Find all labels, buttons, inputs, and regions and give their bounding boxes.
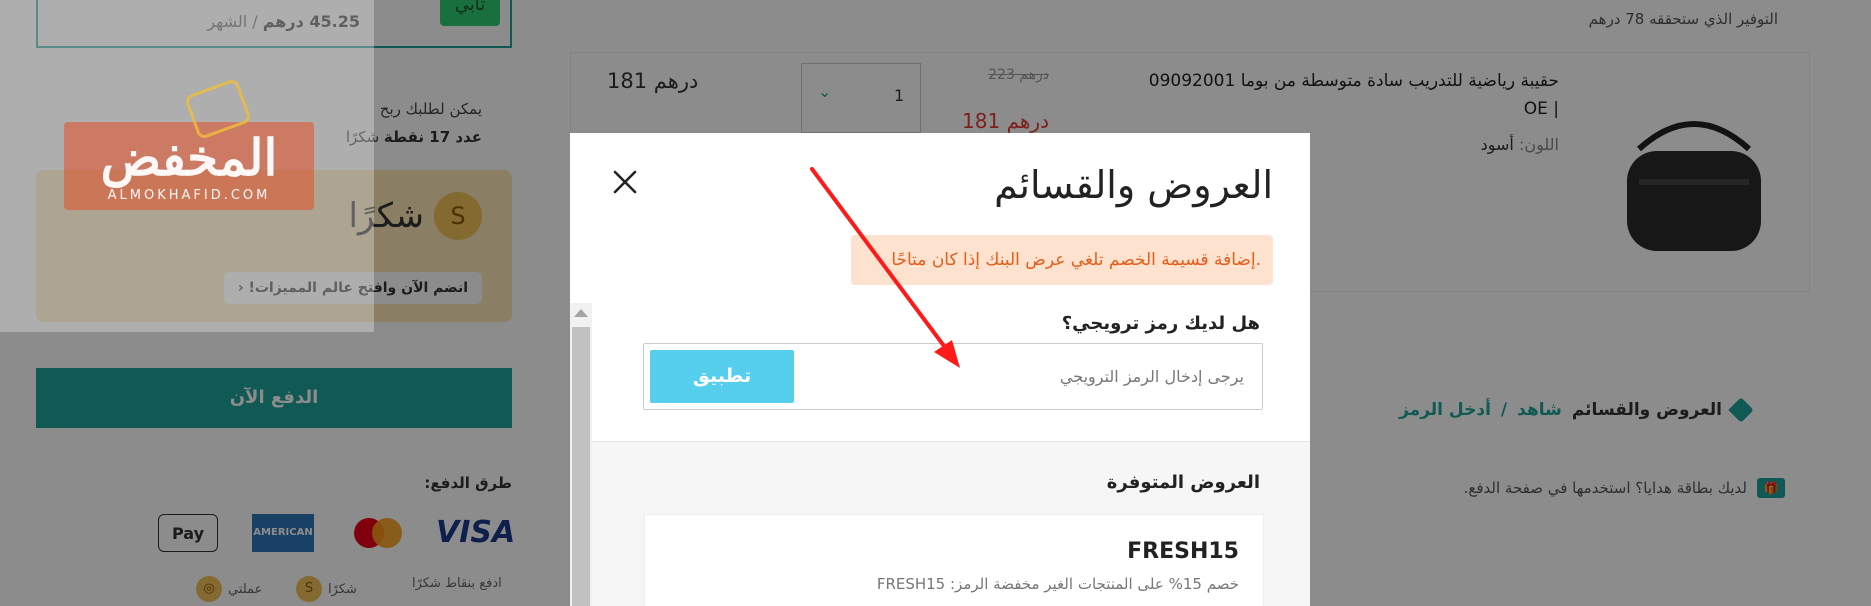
promo-code-label: هل لديك رمز ترويجي؟ [1061,313,1260,334]
offer-description: خصم 15% على المنتجات الغير مخفضة الرمز: … [876,575,1239,593]
close-icon[interactable] [610,167,640,197]
watermark-subtext: ALMOKHAFID.COM [107,188,271,203]
watermark-panel: المخفض ALMOKHAFID.COM [0,0,374,332]
modal-title: العروض والقسائم [994,163,1273,207]
modal-header: العروض والقسائم .إضافة قسيمة الخصم تلغي … [570,133,1310,303]
modal-scrollbar[interactable] [570,303,592,606]
offers-coupons-modal: العروض والقسائم .إضافة قسيمة الخصم تلغي … [570,133,1310,606]
promo-code-input[interactable] [796,344,1262,409]
scroll-up-arrow-icon[interactable] [574,309,588,317]
promo-code-row: تطبيق [643,343,1263,410]
watermark-text: المخفض [100,128,278,187]
watermark-logo: المخفض ALMOKHAFID.COM [64,122,314,210]
available-offers-section: العروض المتوفرة FRESH15 خصم 15% على المن… [592,442,1310,606]
apply-button[interactable]: تطبيق [650,350,794,403]
available-offers-title: العروض المتوفرة [1106,472,1260,493]
offer-card[interactable]: FRESH15 خصم 15% على المنتجات الغير مخفضة… [644,514,1264,606]
scroll-thumb[interactable] [572,327,590,606]
coupon-notice: .إضافة قسيمة الخصم تلغي عرض البنك إذا كا… [851,235,1273,285]
modal-body: هل لديك رمز ترويجي؟ تطبيق العروض المتوفر… [570,303,1310,606]
offer-code: FRESH15 [1127,539,1239,564]
